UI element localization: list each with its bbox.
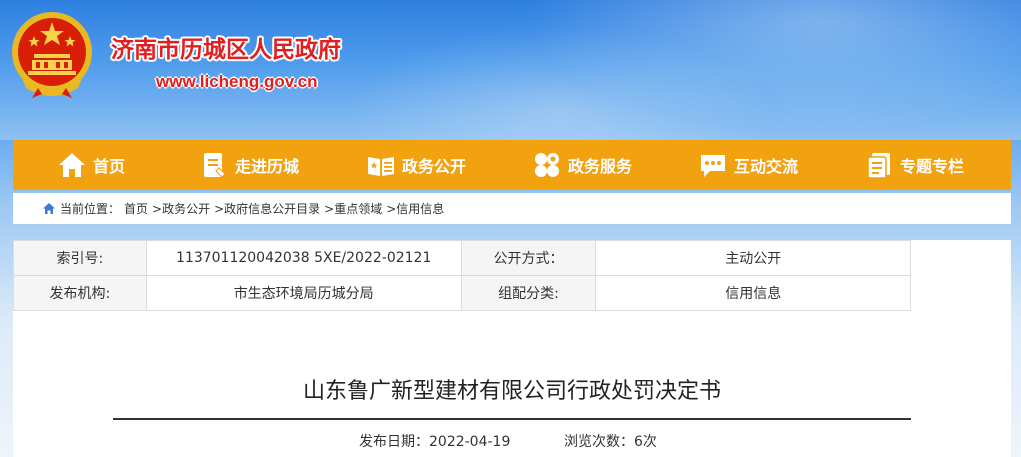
index-label: 索引号: (13, 240, 147, 276)
stacked-pages-icon (867, 153, 890, 179)
view-count: 浏览次数：6次 (564, 434, 657, 450)
document-title: 山东鲁广新型建材有限公司行政处罚决定书 (302, 379, 721, 404)
breadcrumb-link-key-areas[interactable]: >重点领域 (324, 200, 382, 217)
table-row: 索引号: 113701120042038 5XE/2022-02121 公开方式… (13, 240, 911, 276)
site-header: 济南市历城区人民政府 www.licheng.gov.cn (0, 0, 1021, 140)
national-emblem-icon (12, 12, 92, 98)
breadcrumb-link-home[interactable]: 首页 (124, 200, 148, 217)
index-value: 113701120042038 5XE/2022-02121 (145, 240, 462, 276)
nav-item-interaction[interactable]: 互动交流 (698, 140, 798, 190)
article-content: 索引号: 113701120042038 5XE/2022-02121 公开方式… (13, 240, 1011, 457)
breadcrumb-prefix: 当前位置： (60, 202, 121, 216)
nav-item-about[interactable]: 走进历城 (199, 140, 299, 190)
nav-item-label: 政务公开 (402, 157, 467, 176)
nav-item-home[interactable]: 首页 (57, 140, 125, 190)
publisher-value: 市生态环境局历城分局 (145, 275, 462, 311)
open-book-icon (368, 157, 394, 176)
open-mode-label: 公开方式： (460, 240, 597, 276)
category-label: 组配分类: (460, 275, 597, 311)
breadcrumb-link-credit-info[interactable]: >信用信息 (386, 200, 444, 217)
breadcrumb-link-catalog[interactable]: >政府信息公开目录 (214, 200, 320, 217)
nav-item-services[interactable]: 政务服务 (532, 140, 632, 190)
publish-date: 发布日期：2022-04-19 (359, 434, 511, 450)
category-value: 信用信息 (595, 275, 911, 311)
home-icon (43, 203, 55, 214)
nav-item-label: 互动交流 (734, 157, 799, 176)
site-url[interactable]: www.licheng.gov.cn (156, 72, 318, 92)
open-mode-value: 主动公开 (595, 240, 911, 276)
site-title: 济南市历城区人民政府 (111, 37, 341, 63)
publisher-label: 发布机构: (13, 275, 147, 311)
main-nav: 首页 走进历城 政务公开 政务服务 互动交流 专题专栏 (13, 140, 1011, 190)
breadcrumb-link-gov-affairs[interactable]: >政务公开 (152, 200, 210, 217)
chat-bubble-icon (701, 155, 725, 177)
services-grid-icon (535, 153, 559, 177)
nav-item-label: 政务服务 (568, 157, 633, 176)
nav-item-topics[interactable]: 专题专栏 (864, 140, 964, 190)
nav-item-label: 首页 (93, 157, 126, 176)
nav-item-label: 走进历城 (235, 157, 300, 176)
document-meta-table: 索引号: 113701120042038 5XE/2022-02121 公开方式… (13, 240, 911, 311)
nav-item-label: 专题专栏 (900, 157, 965, 176)
table-row: 发布机构: 市生态环境局历城分局 组配分类: 信用信息 (13, 275, 911, 311)
nav-item-gov-affairs[interactable]: 政务公开 (366, 140, 466, 190)
breadcrumb: 当前位置： 首页 >政务公开 >政府信息公开目录 >重点领域 >信用信息 (13, 193, 1011, 224)
home-icon (59, 153, 85, 177)
title-divider (113, 418, 911, 420)
document-icon (204, 153, 226, 178)
